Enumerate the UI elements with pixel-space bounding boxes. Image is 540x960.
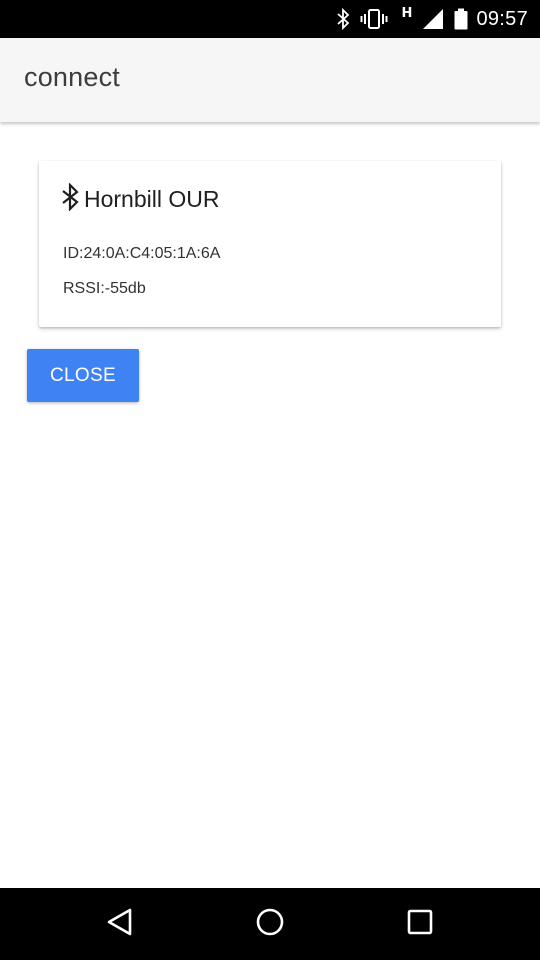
status-clock: 09:57 (476, 7, 528, 30)
battery-icon (454, 8, 468, 30)
device-header: Hornbill OUR (61, 182, 220, 216)
vibrate-icon (360, 8, 388, 30)
device-rssi: RSSI:-55db (63, 280, 146, 297)
back-button[interactable] (80, 888, 160, 960)
page-title: connect (24, 62, 120, 92)
status-bar: H 09:57 (0, 0, 540, 38)
network-type-indicator: H (401, 5, 413, 21)
recents-button[interactable] (380, 888, 460, 960)
navigation-bar (0, 888, 540, 960)
close-button[interactable]: CLOSE (27, 349, 139, 402)
back-icon (106, 907, 134, 942)
bluetooth-status-icon (336, 8, 350, 30)
device-id: ID:24:0A:C4:05:1A:6A (63, 245, 221, 262)
app-bar: connect (0, 38, 540, 122)
device-name: Hornbill OUR (84, 186, 220, 212)
home-icon (255, 907, 285, 942)
home-button[interactable] (230, 888, 310, 960)
signal-icon (422, 8, 444, 30)
bluetooth-icon (61, 182, 79, 216)
recents-icon (406, 908, 434, 941)
status-icons: H 09:57 (326, 0, 528, 38)
device-card[interactable]: Hornbill OUR ID:24:0A:C4:05:1A:6A RSSI:-… (39, 161, 501, 327)
